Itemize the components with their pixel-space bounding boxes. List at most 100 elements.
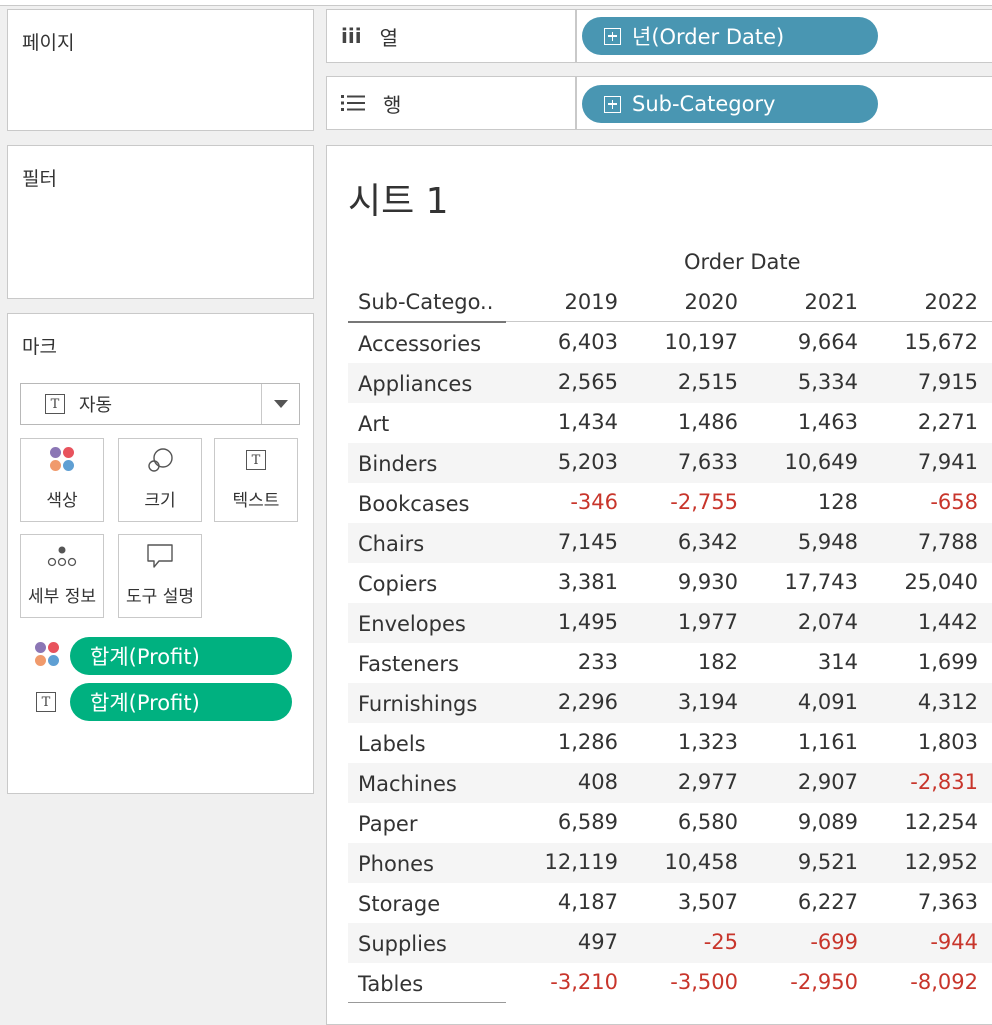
value-cell[interactable]: 6,589: [508, 810, 618, 834]
year-header[interactable]: 2020: [628, 290, 738, 314]
mark-type-dropdown[interactable]: T 자동: [20, 383, 300, 425]
category-cell[interactable]: Bookcases: [358, 492, 469, 516]
value-cell[interactable]: -3,210: [508, 970, 618, 994]
value-cell[interactable]: 7,145: [508, 530, 618, 554]
value-cell[interactable]: 5,334: [748, 370, 858, 394]
value-cell[interactable]: 1,495: [508, 610, 618, 634]
year-header[interactable]: 2019: [508, 290, 618, 314]
value-cell[interactable]: 128: [748, 490, 858, 514]
category-cell[interactable]: Machines: [358, 772, 457, 796]
category-cell[interactable]: Paper: [358, 812, 417, 836]
value-cell[interactable]: 7,788: [868, 530, 978, 554]
value-cell[interactable]: 1,286: [508, 730, 618, 754]
category-cell[interactable]: Art: [358, 412, 389, 436]
value-cell[interactable]: -2,831: [868, 770, 978, 794]
table-row[interactable]: Chairs 7,145 6,342 5,948 7,788: [348, 523, 992, 563]
value-cell[interactable]: 2,565: [508, 370, 618, 394]
value-cell[interactable]: 9,664: [748, 330, 858, 354]
value-cell[interactable]: 1,161: [748, 730, 858, 754]
value-cell[interactable]: 182: [628, 650, 738, 674]
value-cell[interactable]: 9,930: [628, 570, 738, 594]
table-row[interactable]: Appliances 2,565 2,515 5,334 7,915: [348, 363, 992, 403]
text-field-pill[interactable]: 합계(Profit): [70, 683, 292, 721]
value-cell[interactable]: 2,271: [868, 410, 978, 434]
value-cell[interactable]: 15,672: [868, 330, 978, 354]
category-cell[interactable]: Tables: [358, 972, 423, 996]
value-cell[interactable]: -658: [868, 490, 978, 514]
value-cell[interactable]: 4,091: [748, 690, 858, 714]
value-cell[interactable]: -2,755: [628, 490, 738, 514]
value-cell[interactable]: 3,507: [628, 890, 738, 914]
value-cell[interactable]: 408: [508, 770, 618, 794]
value-cell[interactable]: 1,434: [508, 410, 618, 434]
size-button[interactable]: 크기: [118, 438, 202, 522]
pages-panel[interactable]: 페이지: [7, 9, 314, 131]
columns-pill[interactable]: 년(Order Date): [582, 17, 878, 55]
table-row[interactable]: Tables -3,210 -3,500 -2,950 -8,092: [348, 963, 992, 1003]
value-cell[interactable]: 2,977: [628, 770, 738, 794]
filters-panel[interactable]: 필터: [7, 145, 314, 299]
value-cell[interactable]: 7,915: [868, 370, 978, 394]
value-cell[interactable]: 4,312: [868, 690, 978, 714]
year-header[interactable]: 2021: [748, 290, 858, 314]
value-cell[interactable]: 1,803: [868, 730, 978, 754]
category-cell[interactable]: Phones: [358, 852, 434, 876]
category-cell[interactable]: Copiers: [358, 572, 437, 596]
value-cell[interactable]: -346: [508, 490, 618, 514]
table-row[interactable]: Accessories 6,403 10,197 9,664 15,672: [348, 323, 992, 363]
table-row[interactable]: Phones 12,119 10,458 9,521 12,952: [348, 843, 992, 883]
value-cell[interactable]: 1,486: [628, 410, 738, 434]
table-row[interactable]: Supplies 497 -25 -699 -944: [348, 923, 992, 963]
value-cell[interactable]: 25,040: [868, 570, 978, 594]
table-row[interactable]: Binders 5,203 7,633 10,649 7,941: [348, 443, 992, 483]
value-cell[interactable]: 1,977: [628, 610, 738, 634]
category-cell[interactable]: Storage: [358, 892, 440, 916]
value-cell[interactable]: 6,342: [628, 530, 738, 554]
category-cell[interactable]: Fasteners: [358, 652, 459, 676]
value-cell[interactable]: 1,463: [748, 410, 858, 434]
row-field-header[interactable]: Sub-Catego..: [358, 290, 493, 314]
detail-button[interactable]: 세부 정보: [20, 534, 104, 618]
color-button[interactable]: 색상: [20, 438, 104, 522]
year-header[interactable]: 2022: [868, 290, 978, 314]
value-cell[interactable]: 497: [508, 930, 618, 954]
value-cell[interactable]: 10,458: [628, 850, 738, 874]
value-cell[interactable]: 6,403: [508, 330, 618, 354]
value-cell[interactable]: 9,089: [748, 810, 858, 834]
value-cell[interactable]: -3,500: [628, 970, 738, 994]
category-cell[interactable]: Labels: [358, 732, 426, 756]
value-cell[interactable]: 12,254: [868, 810, 978, 834]
category-cell[interactable]: Supplies: [358, 932, 447, 956]
value-cell[interactable]: 1,699: [868, 650, 978, 674]
table-row[interactable]: Furnishings 2,296 3,194 4,091 4,312: [348, 683, 992, 723]
value-cell[interactable]: 7,363: [868, 890, 978, 914]
table-row[interactable]: Fasteners 233 182 314 1,699: [348, 643, 992, 683]
value-cell[interactable]: 7,633: [628, 450, 738, 474]
value-cell[interactable]: 9,521: [748, 850, 858, 874]
value-cell[interactable]: -944: [868, 930, 978, 954]
value-cell[interactable]: 3,381: [508, 570, 618, 594]
value-cell[interactable]: 12,952: [868, 850, 978, 874]
value-cell[interactable]: 2,907: [748, 770, 858, 794]
value-cell[interactable]: -699: [748, 930, 858, 954]
table-row[interactable]: Labels 1,286 1,323 1,161 1,803: [348, 723, 992, 763]
dropdown-arrow[interactable]: [261, 384, 299, 424]
category-cell[interactable]: Accessories: [358, 332, 481, 356]
value-cell[interactable]: 4,187: [508, 890, 618, 914]
value-cell[interactable]: 17,743: [748, 570, 858, 594]
category-cell[interactable]: Furnishings: [358, 692, 477, 716]
table-row[interactable]: Art 1,434 1,486 1,463 2,271: [348, 403, 992, 443]
value-cell[interactable]: 2,515: [628, 370, 738, 394]
value-cell[interactable]: 1,323: [628, 730, 738, 754]
value-cell[interactable]: 2,074: [748, 610, 858, 634]
value-cell[interactable]: 233: [508, 650, 618, 674]
table-row[interactable]: Copiers 3,381 9,930 17,743 25,040: [348, 563, 992, 603]
text-button[interactable]: T 텍스트: [214, 438, 298, 522]
table-row[interactable]: Storage 4,187 3,507 6,227 7,363: [348, 883, 992, 923]
color-field-pill[interactable]: 합계(Profit): [70, 637, 292, 675]
category-cell[interactable]: Chairs: [358, 532, 424, 556]
value-cell[interactable]: -25: [628, 930, 738, 954]
value-cell[interactable]: -8,092: [868, 970, 978, 994]
category-cell[interactable]: Envelopes: [358, 612, 466, 636]
value-cell[interactable]: 5,203: [508, 450, 618, 474]
